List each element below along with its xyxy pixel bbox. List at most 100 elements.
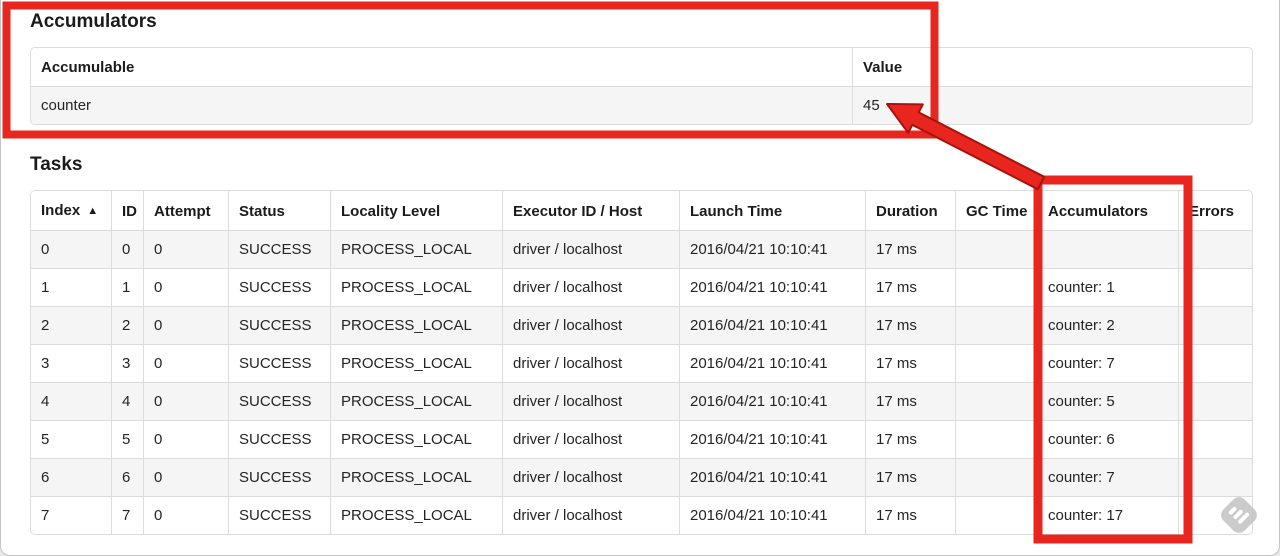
executor-id-host-column-header[interactable]: Executor ID / Host (503, 191, 680, 231)
task-row: 6 6 0 SUCCESS PROCESS_LOCAL driver / loc… (31, 459, 1252, 497)
task-row: 4 4 0 SUCCESS PROCESS_LOCAL driver / loc… (31, 383, 1252, 421)
task-locality-cell: PROCESS_LOCAL (331, 269, 503, 307)
duration-column-header[interactable]: Duration (866, 191, 956, 231)
task-accumulators-cell: counter: 7 (1038, 459, 1179, 497)
task-attempt-cell: 0 (144, 497, 229, 534)
tasks-table: Index ▲ ID Attempt Status Locality Level … (30, 190, 1253, 535)
task-attempt-cell: 0 (144, 345, 229, 383)
task-duration-cell: 17 ms (866, 345, 956, 383)
task-executor-cell: driver / localhost (503, 345, 680, 383)
task-executor-cell: driver / localhost (503, 421, 680, 459)
task-errors-cell (1179, 459, 1252, 497)
task-locality-cell: PROCESS_LOCAL (331, 231, 503, 269)
task-gc-time-cell (956, 269, 1038, 307)
task-duration-cell: 17 ms (866, 459, 956, 497)
task-status-cell: SUCCESS (229, 421, 331, 459)
task-duration-cell: 17 ms (866, 307, 956, 345)
task-id-cell: 6 (112, 459, 144, 497)
task-errors-cell (1179, 345, 1252, 383)
task-executor-cell: driver / localhost (503, 269, 680, 307)
launch-time-column-header[interactable]: Launch Time (680, 191, 866, 231)
task-id-cell: 2 (112, 307, 144, 345)
task-executor-cell: driver / localhost (503, 459, 680, 497)
accumulators-column-header[interactable]: Accumulators (1038, 191, 1179, 231)
accumulator-row: counter 45 (31, 87, 1252, 124)
task-gc-time-cell (956, 345, 1038, 383)
task-launch-time-cell: 2016/04/21 10:10:41 (680, 307, 866, 345)
task-index-cell: 4 (31, 383, 112, 421)
task-errors-cell (1179, 231, 1252, 269)
task-duration-cell: 17 ms (866, 383, 956, 421)
attempt-column-header[interactable]: Attempt (144, 191, 229, 231)
tasks-header-row: Index ▲ ID Attempt Status Locality Level … (31, 191, 1252, 231)
task-duration-cell: 17 ms (866, 421, 956, 459)
task-status-cell: SUCCESS (229, 345, 331, 383)
index-header-label: Index (41, 202, 81, 219)
accumulators-table: Accumulable Value counter 45 (30, 47, 1253, 125)
task-accumulators-cell: counter: 2 (1038, 307, 1179, 345)
task-row: 7 7 0 SUCCESS PROCESS_LOCAL driver / loc… (31, 497, 1252, 534)
task-accumulators-cell: counter: 17 (1038, 497, 1179, 534)
task-accumulators-cell (1038, 231, 1179, 269)
task-row: 5 5 0 SUCCESS PROCESS_LOCAL driver / loc… (31, 421, 1252, 459)
task-launch-time-cell: 2016/04/21 10:10:41 (680, 269, 866, 307)
task-launch-time-cell: 2016/04/21 10:10:41 (680, 345, 866, 383)
task-id-cell: 3 (112, 345, 144, 383)
errors-column-header[interactable]: Errors (1179, 191, 1252, 231)
gc-time-column-header[interactable]: GC Time (956, 191, 1038, 231)
task-index-cell: 7 (31, 497, 112, 534)
locality-level-column-header[interactable]: Locality Level (331, 191, 503, 231)
task-executor-cell: driver / localhost (503, 307, 680, 345)
task-status-cell: SUCCESS (229, 269, 331, 307)
task-locality-cell: PROCESS_LOCAL (331, 383, 503, 421)
task-row: 0 0 0 SUCCESS PROCESS_LOCAL driver / loc… (31, 231, 1252, 269)
task-gc-time-cell (956, 231, 1038, 269)
task-gc-time-cell (956, 497, 1038, 534)
index-column-header[interactable]: Index ▲ (31, 191, 112, 231)
status-column-header[interactable]: Status (229, 191, 331, 231)
accumulators-header-row: Accumulable Value (31, 48, 1252, 87)
task-accumulators-cell: counter: 7 (1038, 345, 1179, 383)
task-locality-cell: PROCESS_LOCAL (331, 421, 503, 459)
task-attempt-cell: 0 (144, 383, 229, 421)
task-locality-cell: PROCESS_LOCAL (331, 497, 503, 534)
task-id-cell: 0 (112, 231, 144, 269)
task-locality-cell: PROCESS_LOCAL (331, 345, 503, 383)
spark-stage-page: Accumulators Accumulable Value counter 4… (0, 0, 1280, 556)
task-status-cell: SUCCESS (229, 307, 331, 345)
task-errors-cell (1179, 421, 1252, 459)
task-row: 2 2 0 SUCCESS PROCESS_LOCAL driver / loc… (31, 307, 1252, 345)
task-launch-time-cell: 2016/04/21 10:10:41 (680, 459, 866, 497)
task-index-cell: 5 (31, 421, 112, 459)
task-errors-cell (1179, 383, 1252, 421)
accumulable-value-cell: 45 (863, 97, 880, 114)
task-status-cell: SUCCESS (229, 383, 331, 421)
id-column-header[interactable]: ID (112, 191, 144, 231)
task-status-cell: SUCCESS (229, 497, 331, 534)
task-launch-time-cell: 2016/04/21 10:10:41 (680, 231, 866, 269)
task-gc-time-cell (956, 421, 1038, 459)
task-attempt-cell: 0 (144, 231, 229, 269)
task-launch-time-cell: 2016/04/21 10:10:41 (680, 497, 866, 534)
task-executor-cell: driver / localhost (503, 497, 680, 534)
task-status-cell: SUCCESS (229, 459, 331, 497)
task-gc-time-cell (956, 307, 1038, 345)
accumulators-heading: Accumulators (30, 11, 157, 32)
task-accumulators-cell: counter: 1 (1038, 269, 1179, 307)
task-index-cell: 2 (31, 307, 112, 345)
task-row: 1 1 0 SUCCESS PROCESS_LOCAL driver / loc… (31, 269, 1252, 307)
accumulable-column-header[interactable]: Accumulable (31, 48, 853, 87)
task-row: 3 3 0 SUCCESS PROCESS_LOCAL driver / loc… (31, 345, 1252, 383)
task-accumulators-cell: counter: 6 (1038, 421, 1179, 459)
task-id-cell: 1 (112, 269, 144, 307)
task-attempt-cell: 0 (144, 307, 229, 345)
task-id-cell: 7 (112, 497, 144, 534)
task-index-cell: 6 (31, 459, 112, 497)
task-index-cell: 3 (31, 345, 112, 383)
task-executor-cell: driver / localhost (503, 383, 680, 421)
task-duration-cell: 17 ms (866, 497, 956, 534)
task-index-cell: 0 (31, 231, 112, 269)
task-index-cell: 1 (31, 269, 112, 307)
value-column-header[interactable]: Value (853, 48, 1252, 87)
accumulable-name-cell: counter (31, 87, 853, 124)
